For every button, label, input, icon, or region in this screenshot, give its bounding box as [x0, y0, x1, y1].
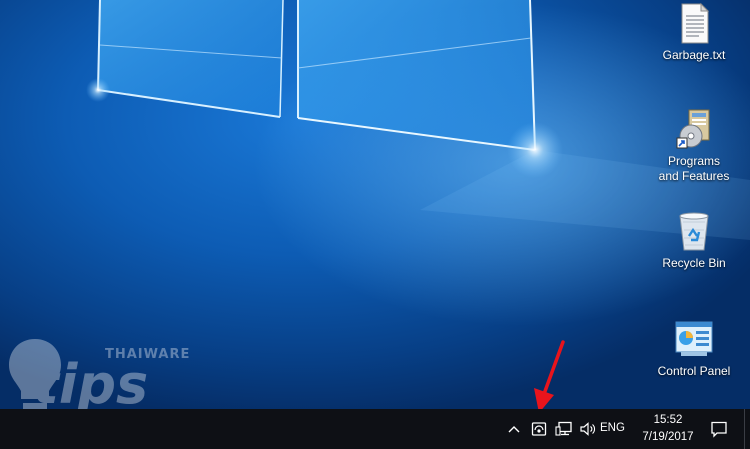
programs-features-icon	[673, 108, 715, 150]
clock-time: 15:52	[653, 414, 683, 426]
desktop-icon-garbage-txt[interactable]: Garbage.txt	[649, 2, 739, 63]
show-desktop-button[interactable]	[744, 409, 750, 449]
network-sharing-icon	[531, 422, 547, 436]
thaiware-tips-watermark: THAIWARE tips	[5, 335, 189, 409]
volume-tray-button[interactable]	[577, 409, 599, 449]
chevron-up-icon	[508, 426, 520, 433]
desktop-icon-label: Control Panel	[657, 364, 731, 378]
network-tray-button[interactable]	[553, 409, 575, 449]
desktop-icon-label: Programs and Features	[658, 154, 730, 183]
desktop[interactable]: Garbage.txt Programs and Features Recycl…	[0, 0, 750, 409]
speaker-icon	[580, 422, 595, 436]
input-language-indicator[interactable]: ENG	[600, 422, 625, 434]
recycle-bin-icon	[673, 210, 715, 252]
desktop-icon-recycle-bin[interactable]: Recycle Bin	[649, 210, 739, 271]
network-sharing-tray-button[interactable]	[528, 409, 550, 449]
taskbar: ENG 15:52 7/19/2017	[0, 409, 750, 449]
desktop-icon-label: Recycle Bin	[662, 256, 726, 270]
watermark-word: tips	[33, 353, 149, 409]
action-center-icon	[711, 421, 727, 438]
text-file-icon	[673, 2, 715, 44]
desktop-icon-control-panel[interactable]: Control Panel	[649, 318, 739, 379]
red-annotation-arrow	[534, 340, 565, 413]
action-center-button[interactable]	[706, 409, 732, 449]
network-monitor-icon	[555, 421, 572, 436]
system-clock[interactable]: 15:52 7/19/2017	[636, 412, 700, 446]
show-hidden-icons-button[interactable]	[504, 409, 524, 449]
clock-date: 7/19/2017	[642, 431, 694, 443]
control-panel-icon	[673, 318, 715, 360]
desktop-icon-label: Garbage.txt	[662, 48, 726, 62]
desktop-icon-programs-and-features[interactable]: Programs and Features	[649, 108, 739, 184]
